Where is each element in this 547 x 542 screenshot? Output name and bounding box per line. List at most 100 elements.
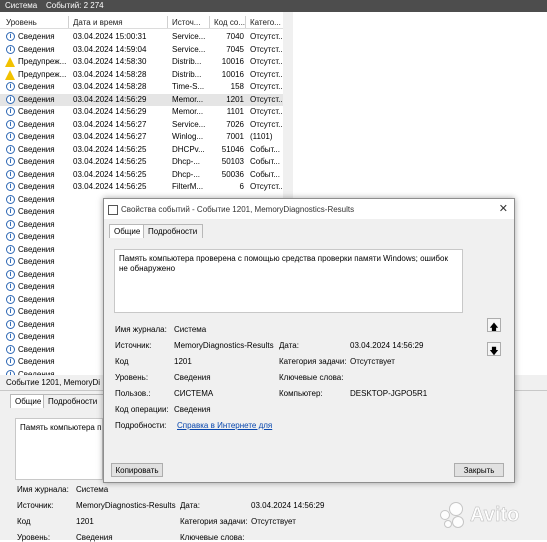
column-datetime[interactable]: Дата и время	[73, 18, 123, 27]
dialog-tab-general-label: Общие	[114, 227, 141, 236]
preview-label-task: Категория задачи:	[180, 517, 248, 526]
dialog-message-box[interactable]: Память компьютера проверена с помощью ср…	[114, 249, 463, 313]
cell-datetime: 03.04.2024 14:56:25	[73, 157, 147, 166]
avito-logo-icon	[440, 502, 466, 528]
preview-label-date: Дата:	[180, 501, 200, 510]
cell-level: Сведения	[18, 144, 55, 154]
preview-value-source: MemoryDiagnostics-Results	[76, 501, 176, 510]
dialog-titlebar[interactable]: Свойства событий - Событие 1201, MemoryD…	[104, 199, 514, 219]
cell-level: Сведения	[18, 232, 55, 241]
info-icon: i	[6, 119, 15, 129]
column-source[interactable]: Источ...	[172, 18, 200, 27]
dialog-message: Память компьютера проверена с помощью ср…	[119, 254, 448, 273]
avito-watermark: Avito	[440, 500, 540, 530]
copy-button[interactable]: Копировать	[111, 463, 163, 477]
label-keywords: Ключевые слова:	[279, 373, 344, 382]
column-code[interactable]: Код со...	[214, 18, 245, 27]
preview-label-code: Код	[17, 517, 31, 526]
value-opcode: Сведения	[174, 405, 211, 414]
preview-label-level: Уровень:	[17, 533, 51, 542]
cell-datetime: 03.04.2024 15:00:31	[73, 32, 147, 41]
info-icon: i	[6, 44, 15, 54]
info-icon: i	[6, 357, 15, 366]
value-task-category: Отсутствует	[350, 357, 395, 366]
table-row[interactable]: i Сведения 03.04.2024 14:59:04 Service... 70…	[0, 44, 283, 57]
next-event-button[interactable]: 🡇	[487, 342, 501, 356]
table-row[interactable]: i Сведения 03.04.2024 14:56:27 Winlog... 700…	[0, 131, 283, 144]
close-button-label: Закрыть	[463, 466, 495, 475]
event-viewer-icon	[108, 205, 118, 215]
table-row[interactable]: ! Предупреж... 03.04.2024 14:58:30 Distrib.…	[0, 56, 283, 69]
preview-tab-general[interactable]: Общие	[10, 394, 44, 408]
table-row[interactable]: i Сведения 03.04.2024 14:58:28 Time-S... 158…	[0, 81, 283, 94]
cell-level: Сведения	[18, 194, 55, 204]
cell-source: Time-S...	[172, 82, 205, 91]
cell-category: Отсутст...	[250, 69, 283, 79]
cell-code: 10016	[221, 57, 244, 66]
dialog-tab-details[interactable]: Подробности	[143, 224, 203, 238]
info-icon: i	[6, 319, 15, 329]
label-opcode: Код операции:	[115, 405, 169, 414]
cell-datetime: 03.04.2024 14:58:30	[73, 57, 147, 66]
preview-value-date: 03.04.2024 14:56:29	[251, 501, 325, 510]
table-row[interactable]: i Сведения 03.04.2024 15:00:31 Service... 70…	[0, 31, 283, 44]
cell-source: Dhcp-...	[172, 169, 201, 179]
info-icon: i	[6, 244, 15, 254]
cell-category: Отсутст...	[250, 119, 283, 129]
table-row[interactable]: i Сведения 03.04.2024 14:56:25 Dhcp-... 5003…	[0, 169, 283, 182]
table-row[interactable]: i Сведения 03.04.2024 14:56:29 Memor... 1201…	[0, 93, 283, 106]
preview-tab-details[interactable]: Подробности	[43, 394, 105, 408]
column-level[interactable]: Уровень	[6, 18, 37, 27]
preview-tab-general-label: Общие	[15, 397, 42, 406]
cell-code: 50103	[221, 157, 244, 166]
close-button[interactable]: Закрыть	[454, 463, 504, 477]
preview-label-keywords: Ключевые слова:	[180, 533, 245, 542]
column-header: Уровень Дата и время Источ... Код со... …	[0, 16, 283, 29]
preview-title-text: Событие 1201, MemoryDi	[6, 378, 101, 387]
table-row[interactable]: i Сведения 03.04.2024 14:56:29 Memor... 1101…	[0, 106, 283, 119]
cell-category: Отсутст...	[250, 82, 283, 91]
info-icon: i	[6, 294, 15, 304]
close-icon[interactable]: ✕	[499, 202, 508, 215]
cell-level: Сведения	[18, 344, 55, 354]
info-icon: i	[6, 269, 15, 279]
label-source: Источник:	[115, 341, 152, 350]
column-category[interactable]: Катего...	[250, 18, 281, 27]
cell-code: 50036	[221, 169, 244, 179]
table-row[interactable]: i Сведения 03.04.2024 14:56:25 DHCPv... 5104…	[0, 144, 283, 157]
cell-category: Отсутст...	[250, 182, 283, 191]
preview-message: Память компьютера п	[20, 423, 102, 432]
dialog-tab-general[interactable]: Общие	[109, 224, 144, 238]
cell-level: Сведения	[18, 119, 55, 129]
cell-source: FilterM...	[172, 182, 204, 191]
cell-level: Сведения	[18, 219, 55, 229]
online-help-link[interactable]: Справка в Интернете для	[177, 421, 272, 430]
table-row[interactable]: i Сведения 03.04.2024 14:56:25 FilterM... 6 О…	[0, 181, 283, 194]
cell-datetime: 03.04.2024 14:58:28	[73, 69, 147, 79]
cell-code: 1201	[226, 94, 244, 104]
cell-category: Отсутст...	[250, 57, 283, 66]
cell-category: (1101)	[250, 132, 273, 141]
previous-event-button[interactable]: 🡅	[487, 318, 501, 332]
table-row[interactable]: ! Предупреж... 03.04.2024 14:58:28 Distrib.…	[0, 69, 283, 82]
cell-code: 10016	[221, 69, 244, 79]
cell-level: Сведения	[18, 82, 55, 91]
cell-level: Предупреж...	[18, 69, 67, 79]
table-row[interactable]: i Сведения 03.04.2024 14:56:27 Service... 70…	[0, 119, 283, 132]
preview-message-box[interactable]: Память компьютера п	[15, 418, 103, 480]
cell-source: Service...	[172, 32, 206, 41]
cell-level: Сведения	[18, 307, 55, 316]
preview-value-level: Сведения	[76, 533, 113, 542]
cell-level: Сведения	[18, 294, 55, 304]
cell-source: Winlog...	[172, 132, 204, 141]
cell-level: Сведения	[18, 182, 55, 191]
cell-level: Сведения	[18, 107, 55, 116]
table-row[interactable]: i Сведения 03.04.2024 14:56:25 Dhcp-... 5010…	[0, 156, 283, 169]
log-title-bar: Система Событий: 2 274	[0, 0, 547, 12]
label-date: Дата:	[279, 341, 299, 350]
cell-source: Distrib...	[172, 69, 202, 79]
log-name: Система	[5, 1, 38, 10]
cell-datetime: 03.04.2024 14:56:25	[73, 182, 147, 191]
cell-datetime: 03.04.2024 14:56:27	[73, 119, 147, 129]
value-computer: DESKTOP-JGPO5R1	[350, 389, 428, 398]
